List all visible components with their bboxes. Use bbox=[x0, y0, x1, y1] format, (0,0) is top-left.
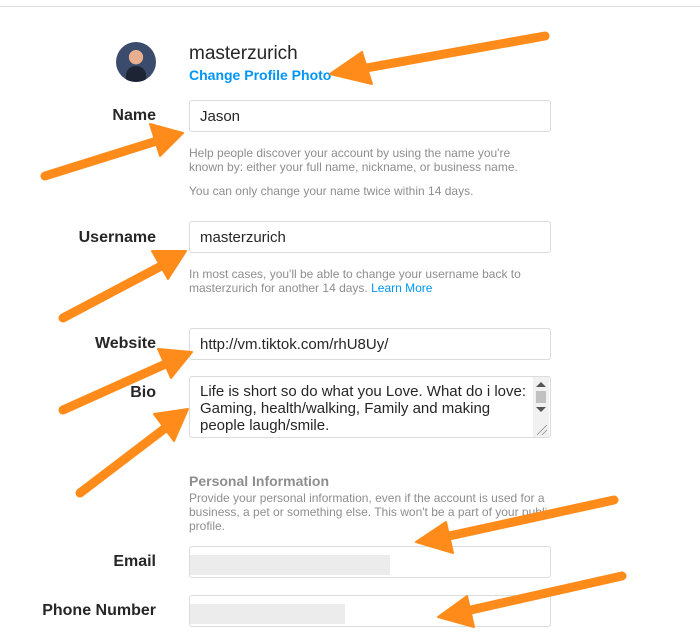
arrow-name bbox=[40, 135, 165, 181]
arrow-phone-head bbox=[437, 595, 475, 628]
arrow-email bbox=[435, 495, 619, 543]
arrow-photo bbox=[350, 31, 550, 75]
arrow-photo-head bbox=[329, 51, 373, 85]
arrow-bio bbox=[75, 421, 173, 498]
arrow-email-head bbox=[415, 521, 454, 554]
arrow-website bbox=[58, 357, 175, 415]
arrow-name-head bbox=[149, 123, 184, 157]
arrow-username bbox=[58, 259, 170, 323]
arrow-phone bbox=[457, 571, 627, 617]
annotation-arrows bbox=[40, 31, 627, 628]
